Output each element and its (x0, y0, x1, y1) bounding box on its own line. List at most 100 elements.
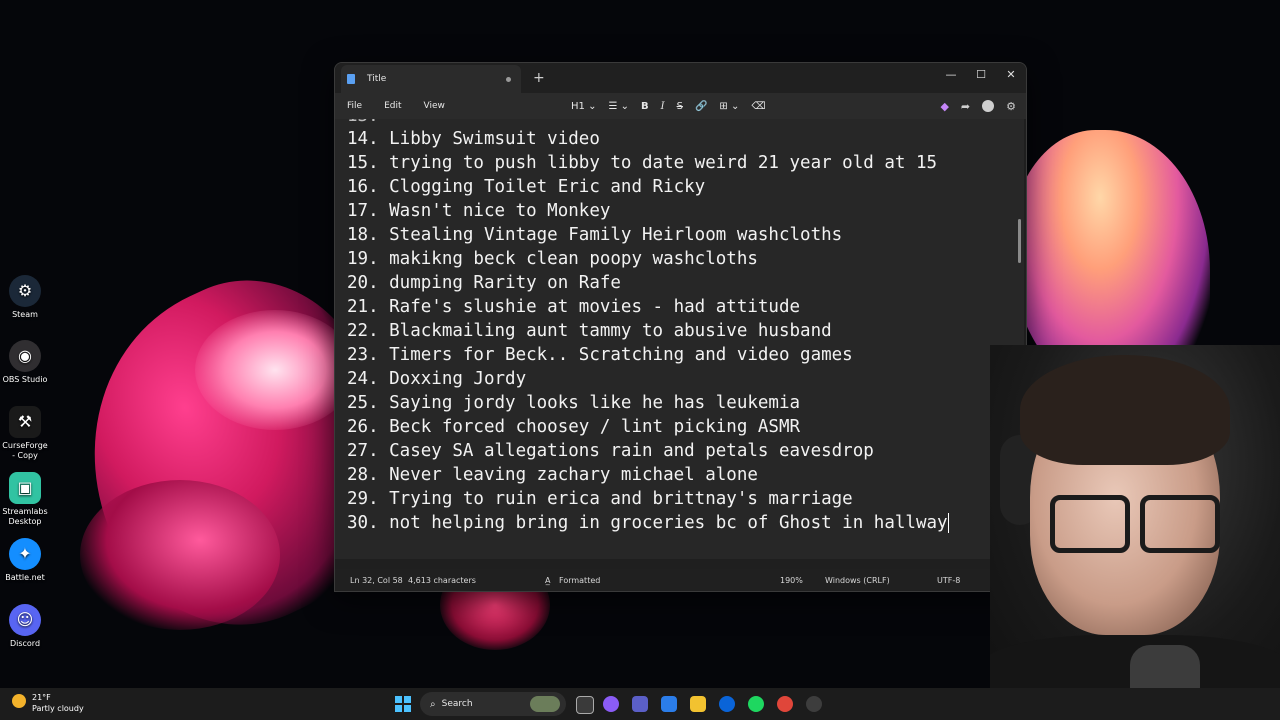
steam-icon: ⚙ (9, 275, 41, 307)
text-caret (947, 513, 949, 533)
weather-condition: Partly cloudy (32, 704, 84, 713)
right-controls: ◆ ➦ ⚙ (940, 93, 1016, 119)
chrome-icon[interactable] (777, 696, 793, 712)
line-endings[interactable]: Windows (CRLF) (825, 576, 890, 585)
desktop-icon-label: Steam (12, 310, 38, 319)
document-tab[interactable]: Title (341, 65, 521, 93)
cursor-position: Ln 32, Col 58 (350, 575, 403, 585)
desktop-icon-battlenet[interactable]: ✦ Battle.net (0, 538, 50, 583)
search-highlight-icon[interactable] (530, 696, 560, 712)
text-line: 26. Beck forced choosey / lint picking A… (347, 417, 801, 437)
table-dropdown[interactable]: ⊞ ⌄ (719, 101, 739, 112)
text-line: 30. not helping bring in groceries bc of… (347, 513, 948, 533)
text-line: 24. Doxxing Jordy (347, 369, 527, 389)
copilot-taskbar-icon[interactable] (603, 696, 619, 712)
streamlabs-icon: ▣ (9, 472, 41, 504)
encoding[interactable]: UTF-8 (937, 576, 960, 585)
start-button[interactable] (395, 696, 411, 712)
text-editor[interactable]: 13. 14. Libby Swimsuit video 15. trying … (335, 119, 1024, 559)
desktop-icon-streamlabs[interactable]: ▣ Streamlabs Desktop (0, 472, 50, 527)
wallpaper-ribbon-highlight (195, 310, 355, 430)
notepad-window: Title + — ☐ ✕ File Edit View H1 ⌄ ☰ ⌄ B … (334, 62, 1027, 592)
desktop-icon-label: Discord (9, 639, 41, 648)
wallpaper-ribbon-lower (80, 480, 280, 630)
status-bar: Ln 32, Col 58 4,613 characters A̲ Format… (335, 569, 1026, 591)
desktop-icon-steam[interactable]: ⚙ Steam (0, 275, 50, 320)
curseforge-icon: ⚒ (9, 406, 41, 438)
clear-formatting-icon[interactable]: ⌫ (751, 101, 765, 112)
temperature: 21°F (32, 693, 51, 702)
chevron-down-icon: ⌄ (588, 100, 597, 112)
teams-icon[interactable] (632, 696, 648, 712)
search-placeholder: Search (441, 699, 473, 709)
new-tab-button[interactable]: + (533, 70, 545, 86)
menu-edit[interactable]: Edit (384, 101, 401, 111)
heading-label: H1 (571, 100, 585, 112)
heading-dropdown[interactable]: H1 ⌄ (571, 101, 596, 112)
vscode-icon[interactable] (719, 696, 735, 712)
maximize-button[interactable]: ☐ (966, 63, 996, 85)
text-line-last: 30. not helping bring in groceries bc of… (347, 511, 949, 535)
text-line: 27. Casey SA allegations rain and petals… (347, 441, 874, 461)
obs-taskbar-icon[interactable] (806, 696, 822, 712)
copilot-icon[interactable]: ◆ (940, 100, 948, 113)
scrollbar-thumb[interactable] (1018, 219, 1021, 263)
list-icon: ☰ (608, 100, 618, 112)
desktop-icon-label: OBS Studio (2, 375, 48, 384)
text-line: 19. makikng beck clean poopy washcloths (347, 249, 758, 269)
desktop-icon-label: Streamlabs Desktop (2, 507, 48, 526)
chevron-down-icon: ⌄ (620, 100, 630, 112)
text-line: 15. trying to push libby to date weird 2… (347, 153, 938, 173)
bold-button[interactable]: B (641, 101, 649, 112)
text-line: 22. Blackmailing aunt tammy to abusive h… (347, 321, 832, 341)
text-line: 29. Trying to ruin erica and brittnay's … (347, 489, 853, 509)
desktop-icon-obs[interactable]: ◉ OBS Studio (0, 340, 50, 385)
desktop-icon-label: Battle.net (5, 573, 45, 582)
character-count: 4,613 characters (408, 575, 476, 585)
streamer-hair (1020, 355, 1230, 465)
minimize-button[interactable]: — (936, 63, 966, 85)
strikethrough-button[interactable]: S (677, 101, 683, 112)
tab-title: Title (367, 74, 387, 84)
taskbar: 21°F Partly cloudy ⌕ Search (0, 688, 1280, 720)
desktop-icon-label: CurseForge - Copy (2, 441, 48, 460)
webcam-overlay (990, 345, 1280, 688)
notepad-icon (347, 74, 355, 84)
discord-icon: ☺ (9, 604, 41, 636)
italic-button[interactable]: I (661, 101, 665, 112)
text-line: 17. Wasn't nice to Monkey (347, 201, 611, 221)
task-view-icon[interactable] (576, 696, 594, 714)
list-dropdown[interactable]: ☰ ⌄ (608, 101, 629, 112)
menu-view[interactable]: View (424, 101, 445, 111)
share-icon[interactable]: ➦ (961, 100, 970, 113)
menu-file[interactable]: File (347, 101, 362, 111)
format-toolbar: H1 ⌄ ☰ ⌄ B I S 🔗 ⊞ ⌄ ⌫ (571, 93, 766, 119)
link-icon[interactable]: 🔗 (695, 101, 707, 112)
glasses-left-lens (1050, 495, 1130, 553)
partly-cloudy-icon (12, 694, 26, 708)
text-line: 14. Libby Swimsuit video (347, 129, 600, 149)
text-line: 16. Clogging Toilet Eric and Ricky (347, 177, 706, 197)
obs-icon: ◉ (9, 340, 41, 372)
formatting-mode[interactable]: Formatted (559, 576, 600, 585)
spotify-icon[interactable] (748, 696, 764, 712)
desktop-icon-discord[interactable]: ☺ Discord (0, 604, 50, 649)
unsaved-dot-icon[interactable] (506, 76, 511, 82)
title-bar: Title + — ☐ ✕ (335, 63, 1026, 93)
table-icon: ⊞ (719, 100, 728, 112)
zoom-level[interactable]: 190% (780, 576, 803, 585)
text-line: 28. Never leaving zachary michael alone (347, 465, 758, 485)
close-button[interactable]: ✕ (996, 63, 1026, 85)
weather-widget[interactable]: 21°F Partly cloudy (12, 692, 84, 714)
text-line: 18. Stealing Vintage Family Heirloom was… (347, 225, 843, 245)
avatar[interactable] (982, 100, 995, 112)
desktop-icon-curseforge[interactable]: ⚒ CurseForge - Copy (0, 406, 50, 461)
store-icon[interactable] (661, 696, 677, 712)
markdown-icon: A̲ (545, 575, 551, 585)
text-line: 20. dumping Rarity on Rafe (347, 273, 621, 293)
menu-bar: File Edit View H1 ⌄ ☰ ⌄ B I S 🔗 ⊞ ⌄ ⌫ ◆ … (335, 93, 1026, 119)
file-explorer-icon[interactable] (690, 696, 706, 712)
text-line: 21. Rafe's slushie at movies - had attit… (347, 297, 801, 317)
text-line: 25. Saying jordy looks like he has leuke… (347, 393, 801, 413)
gear-icon[interactable]: ⚙ (1006, 100, 1016, 113)
